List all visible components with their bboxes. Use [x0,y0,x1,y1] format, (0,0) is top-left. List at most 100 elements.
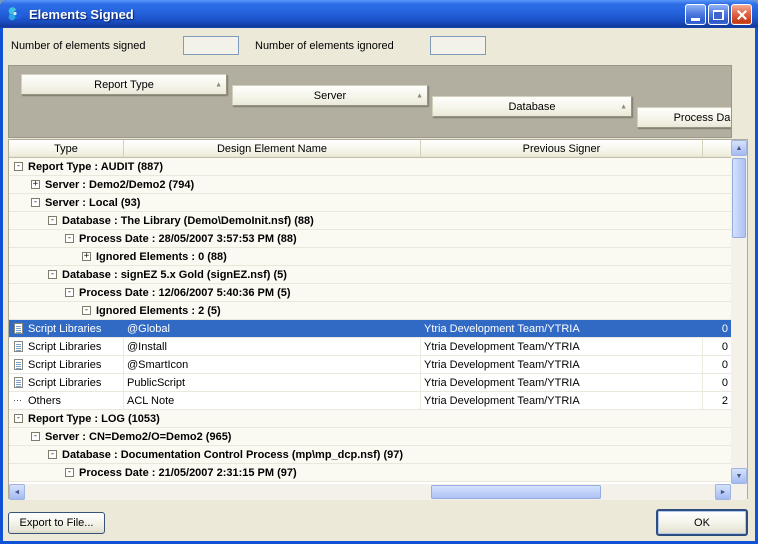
scroll-down-icon: ▼ [736,473,743,480]
element-count: 0 [703,338,731,355]
group-button-label: Process Da [674,112,731,124]
table-row[interactable]: Script Libraries @InstallYtria Developmen… [9,338,731,356]
elements-signed-dialog: Elements Signed Number of elements signe… [0,0,758,544]
element-name: PublicScript [124,374,421,391]
scroll-up-button[interactable]: ▲ [731,140,747,156]
group-button-server[interactable]: Server ▲ [232,85,428,106]
element-type: Script Libraries [28,341,101,353]
vertical-scrollbar[interactable]: ▲ ▼ [731,140,747,484]
collapse-toggle-icon[interactable]: - [48,450,57,459]
close-button[interactable] [731,4,752,25]
group-row[interactable]: -Database : signEZ 5.x Gold (signEZ.nsf)… [9,266,731,284]
table-row[interactable]: Script Libraries PublicScriptYtria Develo… [9,374,731,392]
previous-signer: Ytria Development Team/YTRIA [421,338,703,355]
group-row-label: Server : CN=Demo2/O=Demo2 (965) [45,431,231,443]
scroll-up-icon: ▲ [736,145,743,152]
scroll-left-icon: ◄ [14,489,21,496]
group-row[interactable]: -Report Type : LOG (1053) [9,410,731,428]
signed-count-label: Number of elements signed [11,40,146,52]
table-row[interactable]: Script Libraries@SmartIconYtria Developm… [9,356,731,374]
collapse-toggle-icon[interactable]: - [14,414,23,423]
element-count: 0 [703,320,731,337]
collapse-toggle-icon[interactable]: - [82,306,91,315]
scroll-right-icon: ► [720,489,727,496]
export-to-file-button[interactable]: Export to File... [8,512,105,534]
group-button-process-date[interactable]: Process Da ▲ [637,107,732,128]
group-row-label: Database : Documentation Control Process… [62,449,403,461]
element-type: Script Libraries [28,377,101,389]
group-button-label: Server [314,90,346,102]
collapse-toggle-icon[interactable]: - [14,162,23,171]
group-button-report-type[interactable]: Report Type ▲ [21,74,227,95]
element-name: @Install [124,338,421,355]
signed-count-field[interactable] [183,36,239,55]
others-icon: ··· [13,396,26,405]
titlebar[interactable]: Elements Signed [0,0,758,28]
ok-button[interactable]: OK [656,509,748,536]
table-row[interactable]: ···OthersACL NoteYtria Development Team/… [9,392,731,410]
sort-ascending-icon: ▲ [215,81,222,88]
group-row-label: Report Type : AUDIT (887) [28,161,163,173]
element-type: Others [28,395,61,407]
script-library-icon [14,323,23,334]
column-header-design-element-name[interactable]: Design Element Name [124,140,421,158]
scroll-down-button[interactable]: ▼ [731,468,747,484]
group-row[interactable]: +Server : Demo2/Demo2 (794) [9,176,731,194]
collapse-toggle-icon[interactable]: - [31,198,40,207]
expand-toggle-icon[interactable]: + [82,252,91,261]
grid-header: Type Design Element Name Previous Signer [9,140,731,158]
collapse-toggle-icon[interactable]: - [65,234,74,243]
element-count: 2 [703,392,731,409]
table-row[interactable]: Script Libraries@GlobalYtria Development… [9,320,731,338]
collapse-toggle-icon[interactable]: - [31,432,40,441]
expand-toggle-icon[interactable]: + [31,180,40,189]
minimize-button[interactable] [685,4,706,25]
collapse-toggle-icon[interactable]: - [65,468,74,477]
element-name: @SmartIcon [124,356,421,373]
element-type: Script Libraries [28,323,101,335]
group-row-label: Database : The Library (Demo\DemoInit.ns… [62,215,314,227]
group-row-label: Ignored Elements : 0 (88) [96,251,227,263]
group-row-label: Process Date : 12/06/2007 5:40:36 PM (5) [79,287,291,299]
collapse-toggle-icon[interactable]: - [65,288,74,297]
column-header-type[interactable]: Type [9,140,124,158]
group-row-label: Report Type : LOG (1053) [28,413,160,425]
group-row[interactable]: -Process Date : 21/05/2007 2:31:15 PM (9… [9,464,731,482]
group-row[interactable]: -Process Date : 28/05/2007 3:57:53 PM (8… [9,230,731,248]
results-grid: Type Design Element Name Previous Signer… [8,139,748,499]
group-row[interactable]: -Process Date : 12/06/2007 5:40:36 PM (5… [9,284,731,302]
group-row-label: Process Date : 21/05/2007 2:31:15 PM (97… [79,467,297,479]
app-icon [6,5,24,23]
table-body: -Report Type : AUDIT (887)+Server : Demo… [9,158,731,482]
previous-signer: Ytria Development Team/YTRIA [421,374,703,391]
previous-signer: Ytria Development Team/YTRIA [421,392,703,409]
restore-icon [713,10,724,20]
script-library-icon [14,377,23,388]
scrollbar-corner [731,484,747,500]
collapse-toggle-icon[interactable]: - [48,270,57,279]
group-row[interactable]: + Ignored Elements : 0 (88) [9,248,731,266]
element-count: 0 [703,356,731,373]
scroll-right-button[interactable]: ► [715,484,731,500]
column-header-extra[interactable] [703,140,731,158]
group-row[interactable]: -Server : CN=Demo2/O=Demo2 (965) [9,428,731,446]
sort-ascending-icon: ▲ [416,92,423,99]
group-row[interactable]: -Ignored Elements : 2 (5) [9,302,731,320]
group-row[interactable]: -Database : Documentation Control Proces… [9,446,731,464]
element-count: 0 [703,374,731,391]
scroll-left-button[interactable]: ◄ [9,484,25,500]
group-row[interactable]: -Database : The Library (Demo\DemoInit.n… [9,212,731,230]
column-header-previous-signer[interactable]: Previous Signer [421,140,703,158]
group-row-label: Process Date : 28/05/2007 3:57:53 PM (88… [79,233,297,245]
collapse-toggle-icon[interactable]: - [48,216,57,225]
group-row-label: Database : signEZ 5.x Gold (signEZ.nsf) … [62,269,287,281]
horizontal-scroll-thumb[interactable] [431,485,601,499]
ignored-count-field[interactable] [430,36,486,55]
group-button-database[interactable]: Database ▲ [432,96,632,117]
vertical-scroll-thumb[interactable] [732,158,746,238]
group-row[interactable]: -Report Type : AUDIT (887) [9,158,731,176]
horizontal-scrollbar[interactable]: ◄ ► [9,484,731,500]
group-row[interactable]: -Server : Local (93) [9,194,731,212]
restore-button[interactable] [708,4,729,25]
group-button-label: Database [508,101,555,113]
